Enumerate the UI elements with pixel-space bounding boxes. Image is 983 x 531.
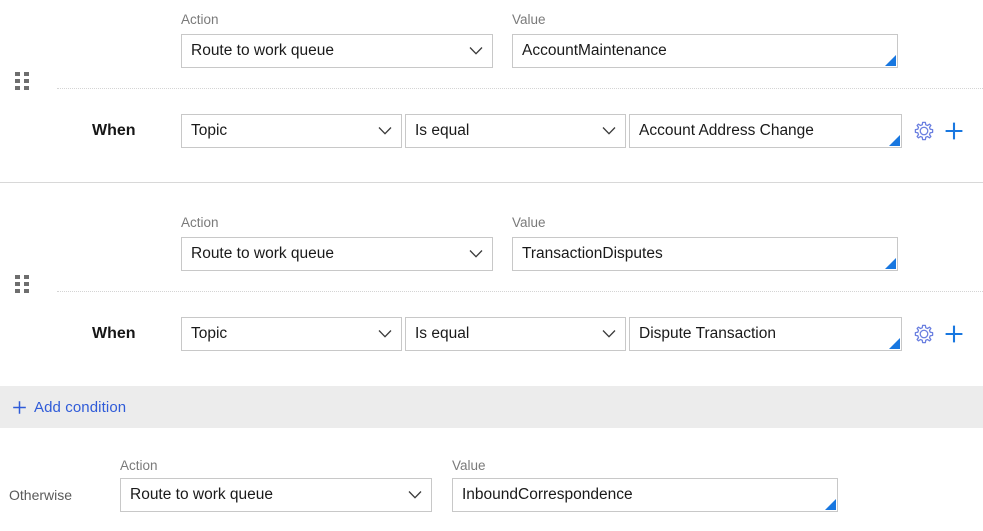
when-value-input-2[interactable]: Dispute Transaction: [629, 317, 902, 351]
add-condition-button[interactable]: Add condition: [0, 386, 983, 428]
add-condition-row-button-1[interactable]: [943, 120, 965, 142]
otherwise-value-text: InboundCorrespondence: [462, 486, 633, 503]
plus-icon: [945, 325, 963, 343]
drag-dot: [15, 86, 20, 90]
settings-gear-button-2[interactable]: [913, 323, 935, 345]
condition-inner-divider-1: [57, 88, 983, 89]
resize-grip-icon[interactable]: [825, 499, 836, 510]
chevron-down-icon: [469, 250, 483, 259]
value-input-1[interactable]: AccountMaintenance: [512, 34, 898, 68]
action-select-value-2: Route to work queue: [191, 245, 335, 262]
when-value-input-1[interactable]: Account Address Change: [629, 114, 902, 148]
when-value-text-1: Account Address Change: [639, 122, 814, 139]
add-condition-label: Add condition: [34, 398, 127, 416]
drag-dot: [15, 275, 20, 279]
chevron-down-icon: [378, 330, 392, 339]
when-label-1: When: [92, 122, 136, 139]
condition-inner-divider-2: [57, 291, 983, 292]
action-select-2[interactable]: Route to work queue: [181, 237, 493, 271]
drag-dot: [24, 79, 29, 83]
when-operator-select-1[interactable]: Is equal: [405, 114, 626, 148]
resize-grip-icon[interactable]: [889, 338, 900, 349]
plus-icon: [945, 122, 963, 140]
drag-dot: [15, 72, 20, 76]
when-field-select-1[interactable]: Topic: [181, 114, 402, 148]
drag-dot: [24, 86, 29, 90]
condition-block-divider: [0, 182, 983, 183]
when-value-text-2: Dispute Transaction: [639, 325, 776, 342]
resize-grip-icon[interactable]: [885, 55, 896, 66]
value-input-text-2: TransactionDisputes: [522, 245, 663, 262]
drag-handle-condition-2[interactable]: [15, 275, 29, 293]
value-label-1: Value: [512, 12, 546, 27]
drag-dot: [15, 282, 20, 286]
otherwise-action-value: Route to work queue: [130, 486, 274, 503]
add-condition-row-button-2[interactable]: [943, 323, 965, 345]
when-operator-select-2[interactable]: Is equal: [405, 317, 626, 351]
gear-icon: [914, 324, 934, 344]
value-label-2: Value: [512, 215, 546, 230]
when-operator-value-2: Is equal: [415, 325, 470, 342]
when-field-select-2[interactable]: Topic: [181, 317, 402, 351]
chevron-down-icon: [408, 491, 422, 500]
drag-dot: [15, 79, 20, 83]
drag-dot: [24, 289, 29, 293]
resize-grip-icon[interactable]: [889, 135, 900, 146]
resize-grip-icon[interactable]: [885, 258, 896, 269]
drag-dot: [24, 72, 29, 76]
when-field-value-2: Topic: [191, 325, 228, 342]
value-input-text-1: AccountMaintenance: [522, 42, 667, 59]
action-select-1[interactable]: Route to work queue: [181, 34, 493, 68]
action-select-value-1: Route to work queue: [191, 42, 335, 59]
action-label-2: Action: [181, 215, 219, 230]
when-operator-value-1: Is equal: [415, 122, 470, 139]
action-label-1: Action: [181, 12, 219, 27]
plus-icon: [12, 400, 27, 415]
otherwise-label: Otherwise: [9, 487, 73, 503]
when-label-2: When: [92, 325, 136, 342]
drag-dot: [15, 289, 20, 293]
when-field-value-1: Topic: [191, 122, 228, 139]
drag-dot: [24, 275, 29, 279]
chevron-down-icon: [378, 127, 392, 136]
gear-icon: [914, 121, 934, 141]
otherwise-value-label: Value: [452, 458, 486, 473]
otherwise-value-input[interactable]: InboundCorrespondence: [452, 478, 838, 512]
chevron-down-icon: [602, 127, 616, 136]
chevron-down-icon: [602, 330, 616, 339]
value-input-2[interactable]: TransactionDisputes: [512, 237, 898, 271]
drag-handle-condition-1[interactable]: [15, 72, 29, 90]
settings-gear-button-1[interactable]: [913, 120, 935, 142]
drag-dot: [24, 282, 29, 286]
otherwise-action-select[interactable]: Route to work queue: [120, 478, 432, 512]
chevron-down-icon: [469, 47, 483, 56]
otherwise-action-label: Action: [120, 458, 158, 473]
